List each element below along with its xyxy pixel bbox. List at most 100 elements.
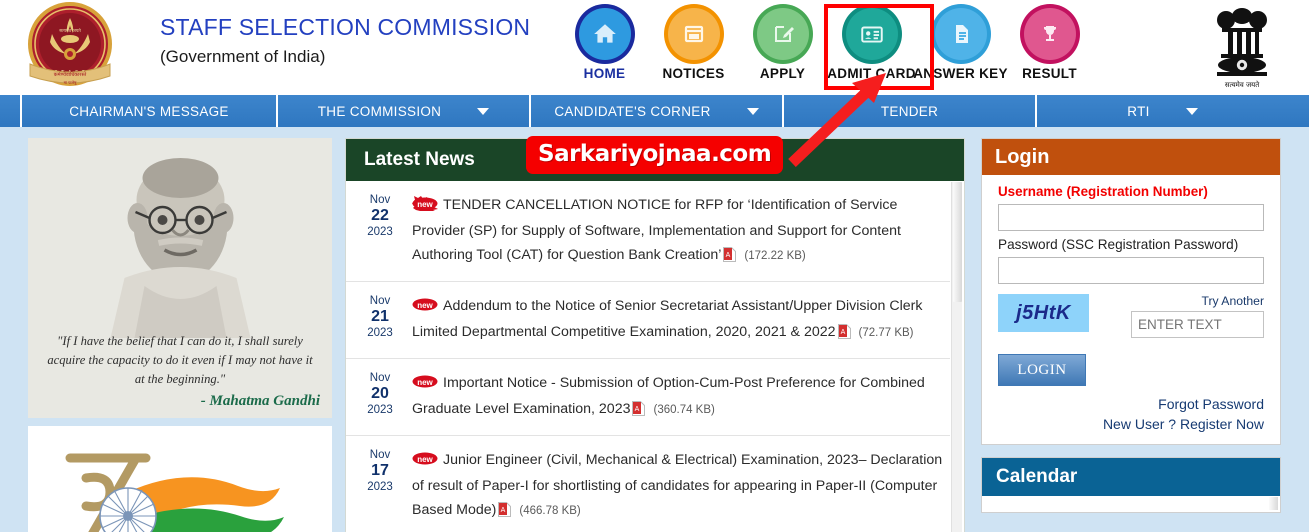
svg-text:A: A — [840, 329, 845, 336]
news-month: Nov — [369, 372, 391, 384]
azadi-amrit-mahotsav-card[interactable] — [28, 426, 332, 532]
right-sidebar: Login Username (Registration Number) Pas… — [981, 138, 1281, 513]
nav-icon-result[interactable]: RESULT — [1005, 2, 1094, 81]
file-size: (172.22 KB) — [744, 250, 806, 262]
news-month: Nov — [369, 194, 391, 206]
forgot-password-link[interactable]: Forgot Password — [998, 396, 1264, 412]
login-panel: Login Username (Registration Number) Pas… — [981, 138, 1281, 445]
main-navigation-bar: CHAIRMAN'S MESSAGE THE COMMISSION CANDID… — [0, 95, 1309, 127]
nav-icon-label: RESULT — [1022, 66, 1077, 81]
try-another-link[interactable]: Try Another — [1131, 294, 1264, 308]
login-button[interactable]: LOGIN — [998, 354, 1086, 386]
answer-key-document-icon — [934, 8, 987, 60]
svg-text:सत्यमेव जयते: सत्यमेव जयते — [59, 28, 81, 34]
nav-icon-admit-card[interactable]: ADMIT CARD — [827, 2, 916, 81]
news-year: 2023 — [367, 226, 393, 238]
gandhi-quote-text: "If I have the belief that I can do it, … — [47, 334, 313, 386]
news-body: new Junior Engineer (Civil, Mechanical &… — [404, 448, 946, 525]
nav-item-label: RTI — [1127, 103, 1150, 119]
calendar-body — [982, 496, 1280, 512]
nav-item-rti[interactable]: RTI — [1035, 95, 1288, 127]
mahatma-gandhi-portrait — [72, 138, 288, 338]
login-form: Username (Registration Number) Password … — [982, 175, 1280, 432]
svg-text:A: A — [635, 406, 640, 413]
news-scrollbar[interactable] — [951, 182, 962, 532]
nav-icon-answer-key[interactable]: ANSWER KEY — [913, 2, 1008, 81]
ashoka-pillar-emblem: सत्यमेव जयते — [1197, 2, 1287, 92]
nav-icon-apply[interactable]: APPLY — [738, 2, 827, 81]
nav-item-label: CHAIRMAN'S MESSAGE — [69, 103, 229, 119]
nav-item-the-commission[interactable]: THE COMMISSION — [276, 95, 529, 127]
azadi-ka-amrit-mahotsav-75-logo — [65, 453, 284, 532]
svg-text:new: new — [417, 378, 433, 387]
brand-block: STAFF SELECTION COMMISSION (Government o… — [160, 14, 530, 67]
news-body: new Important Notice - Submission of Opt… — [404, 371, 946, 424]
new-badge-icon: new — [412, 373, 439, 397]
username-label: Username (Registration Number) — [998, 184, 1208, 199]
calendar-scrollbar[interactable] — [1269, 497, 1278, 510]
file-size: (466.78 KB) — [519, 505, 581, 517]
login-header: Login — [982, 139, 1280, 175]
nav-item-chairmans-message[interactable]: CHAIRMAN'S MESSAGE — [20, 95, 276, 127]
latest-news-panel: Latest News Sarkariyojnaa.com Nov 22 202… — [345, 136, 965, 532]
register-now-link[interactable]: New User ? Register Now — [998, 416, 1264, 432]
news-date: Nov 21 2023 — [356, 294, 404, 347]
nav-icon-home[interactable]: HOME — [560, 2, 649, 81]
chevron-down-icon — [746, 107, 759, 115]
news-day: 20 — [371, 385, 389, 402]
latest-news-header: Latest News Sarkariyojnaa.com — [346, 136, 964, 181]
nav-icon-label: NOTICES — [662, 66, 725, 81]
password-input[interactable] — [998, 257, 1264, 284]
site-watermark: Sarkariyojnaa.com — [526, 136, 784, 174]
news-text: TENDER CANCELLATION NOTICE for RFP for ‘… — [412, 197, 901, 263]
svg-text:new: new — [417, 455, 433, 464]
list-item[interactable]: Nov 17 2023 new Junior Engineer (Civil, … — [346, 436, 950, 532]
captcha-entry: Try Another — [1131, 294, 1264, 338]
news-day: 21 — [371, 308, 389, 325]
nav-icon-notices[interactable]: NOTICES — [649, 2, 738, 81]
nav-item-candidates-corner[interactable]: CANDIDATE'S CORNER — [529, 95, 782, 127]
news-day: 22 — [371, 207, 389, 224]
list-item[interactable]: Nov 21 2023 new Addendum to the Notice o… — [346, 282, 950, 359]
chevron-down-icon — [1185, 107, 1198, 115]
news-month: Nov — [369, 295, 391, 307]
admit-card-id-icon — [845, 8, 898, 60]
news-year: 2023 — [367, 481, 393, 493]
pdf-file-icon[interactable]: A — [498, 501, 512, 525]
calendar-panel: Calendar — [981, 457, 1281, 513]
svg-text:new: new — [417, 301, 433, 310]
svg-text:A: A — [726, 252, 731, 259]
captcha-input[interactable] — [1131, 311, 1264, 338]
pdf-file-icon[interactable]: A — [632, 400, 646, 424]
login-links: Forgot Password New User ? Register Now — [998, 396, 1264, 432]
file-size: (72.77 KB) — [858, 327, 914, 339]
news-list[interactable]: Nov 22 2023 new TENDER CANCELLATION NOTI… — [346, 181, 964, 532]
news-scrollbar-thumb[interactable] — [953, 182, 962, 302]
list-item[interactable]: Nov 22 2023 new TENDER CANCELLATION NOTI… — [346, 181, 950, 282]
nav-item-label: CANDIDATE'S CORNER — [554, 103, 711, 119]
calendar-header: Calendar — [982, 458, 1280, 496]
news-year: 2023 — [367, 404, 393, 416]
calendar-title: Calendar — [996, 466, 1078, 487]
nav-icon-label: APPLY — [759, 66, 806, 81]
svg-text:A: A — [501, 507, 506, 514]
result-trophy-icon — [1023, 8, 1076, 60]
pdf-file-icon[interactable]: A — [837, 323, 851, 347]
news-year: 2023 — [367, 327, 393, 339]
login-title: Login — [995, 145, 1050, 168]
gandhi-quote-author: - Mahatma Gandhi — [200, 393, 320, 409]
username-input[interactable] — [998, 204, 1264, 231]
home-icon — [578, 8, 631, 60]
pdf-file-icon[interactable]: A — [723, 246, 737, 270]
ssc-emblem-logo[interactable]: सत्यमेव जयते S T A F F कर्मण्येवाधिकारस्… — [24, 2, 116, 92]
nav-item-label: TENDER — [880, 103, 939, 119]
nav-icon-label: ANSWER KEY — [913, 66, 1008, 81]
ssc-homepage: सत्यमेव जयते S T A F F कर्मण्येवाधिकारस्… — [0, 0, 1309, 532]
gandhi-quote-card: "If I have the belief that I can do it, … — [28, 138, 332, 418]
site-header: सत्यमेव जयते S T A F F कर्मण्येवाधिकारस्… — [0, 0, 1309, 95]
news-body: new Addendum to the Notice of Senior Sec… — [404, 294, 946, 347]
svg-text:new: new — [417, 200, 433, 209]
nav-icon-label: ADMIT CARD — [827, 66, 916, 81]
nav-item-tender[interactable]: TENDER — [782, 95, 1035, 127]
list-item[interactable]: Nov 20 2023 new Important Notice - Submi… — [346, 359, 950, 436]
